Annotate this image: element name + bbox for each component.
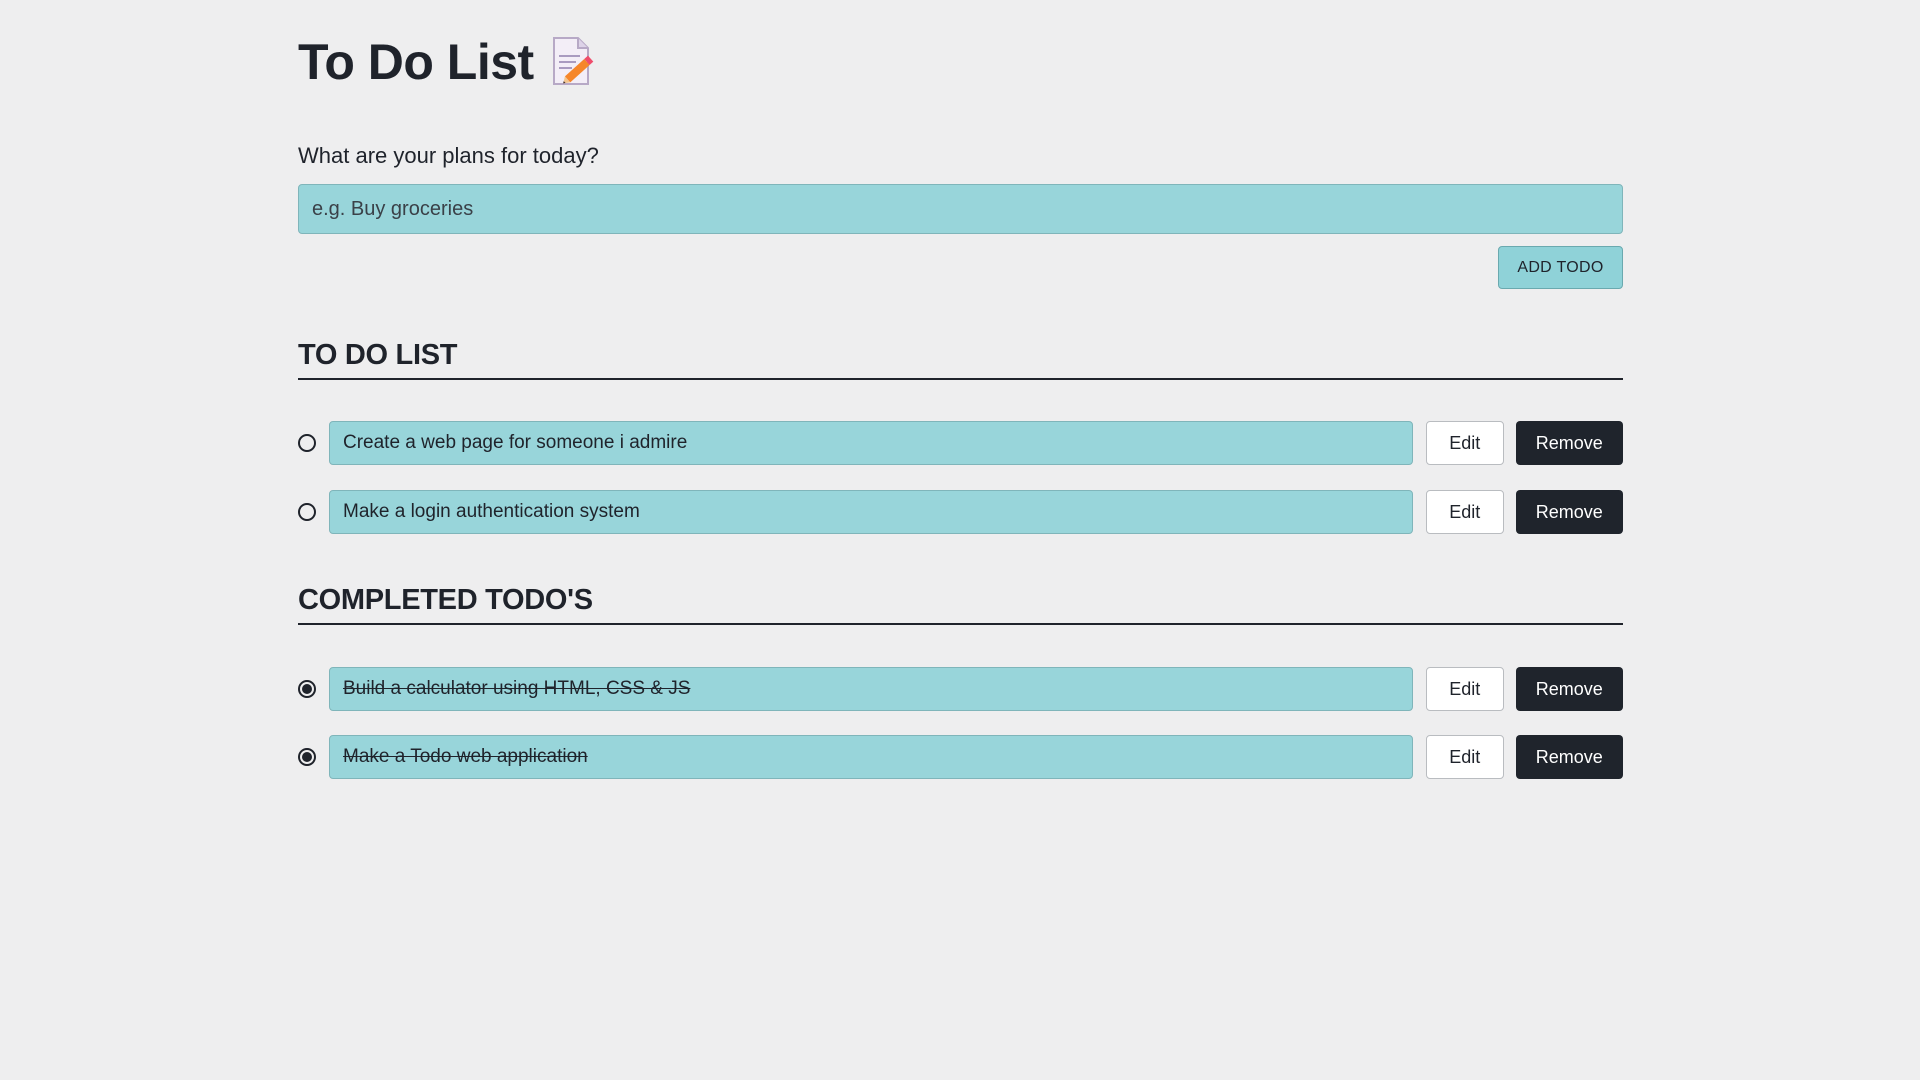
completed-item-text: Build a calculator using HTML, CSS & JS: [329, 667, 1413, 711]
todo-item-text: Make a login authentication system: [329, 490, 1413, 534]
completed-heading: COMPLETED TODO'S: [298, 584, 1623, 625]
completed-item: Make a Todo web application Edit Remove: [298, 735, 1623, 779]
edit-button[interactable]: Edit: [1426, 735, 1504, 779]
plans-label: What are your plans for today?: [298, 143, 599, 168]
completed-item: Build a calculator using HTML, CSS & JS …: [298, 667, 1623, 711]
complete-radio[interactable]: [298, 503, 316, 521]
todo-item-text: Create a web page for someone i admire: [329, 421, 1413, 465]
remove-button[interactable]: Remove: [1515, 735, 1623, 779]
completed-radio[interactable]: [298, 680, 316, 698]
todo-item-label: Create a web page for someone i admire: [343, 432, 688, 453]
todo-input[interactable]: [298, 184, 1623, 234]
add-todo-button[interactable]: ADD TODO: [1498, 246, 1623, 289]
remove-button[interactable]: Remove: [1515, 667, 1623, 711]
todo-item: Create a web page for someone i admire E…: [298, 421, 1623, 465]
completed-item-text: Make a Todo web application: [329, 735, 1413, 779]
remove-button[interactable]: Remove: [1515, 490, 1623, 534]
complete-radio[interactable]: [298, 434, 316, 452]
completed-radio[interactable]: [298, 748, 316, 766]
remove-button[interactable]: Remove: [1515, 421, 1623, 465]
memo-icon: [548, 36, 596, 88]
completed-item-label: Build a calculator using HTML, CSS & JS: [343, 678, 691, 699]
todo-item-label: Make a login authentication system: [343, 501, 640, 522]
radio-dot: [302, 684, 312, 694]
edit-button[interactable]: Edit: [1426, 667, 1504, 711]
completed-item-label: Make a Todo web application: [343, 746, 588, 767]
page-title: To Do List: [298, 30, 596, 94]
todo-list-heading: TO DO LIST: [298, 339, 1623, 380]
page-title-text: To Do List: [298, 34, 534, 90]
edit-button[interactable]: Edit: [1426, 421, 1504, 465]
edit-button[interactable]: Edit: [1426, 490, 1504, 534]
radio-dot: [302, 752, 312, 762]
todo-item: Make a login authentication system Edit …: [298, 490, 1623, 534]
